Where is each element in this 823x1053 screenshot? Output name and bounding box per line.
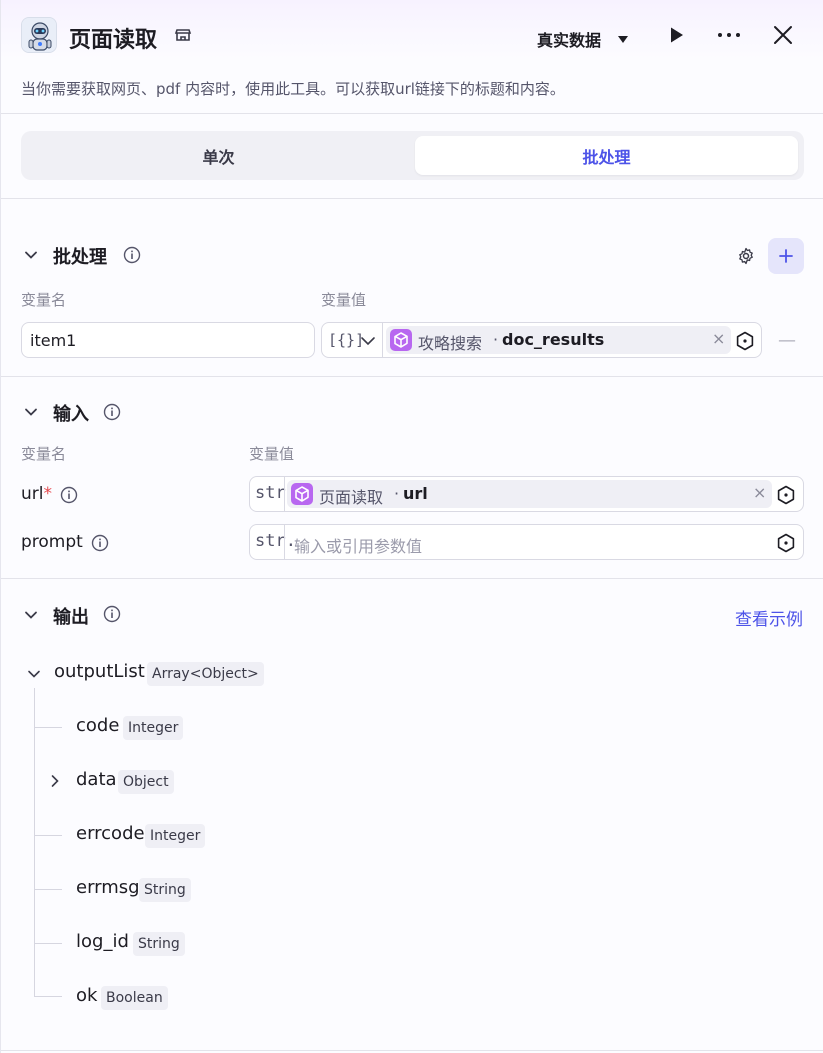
ref-node-name: 攻略搜索 bbox=[418, 334, 483, 353]
col-label-value: 变量值 bbox=[321, 291, 367, 309]
batch-section-title: 批处理 bbox=[53, 247, 107, 268]
field-name: data bbox=[76, 769, 117, 790]
mode-tabs: 单次 批处理 bbox=[21, 131, 804, 180]
variable-ref-icon[interactable] bbox=[776, 533, 796, 553]
info-icon[interactable] bbox=[60, 486, 78, 504]
data-mode-select[interactable]: 真实数据 bbox=[537, 27, 601, 51]
tree-guide bbox=[34, 688, 35, 996]
ref-node-name: 页面读取 bbox=[319, 488, 384, 507]
output-section-title: 输出 bbox=[53, 607, 89, 628]
chevron-down-icon[interactable] bbox=[27, 667, 41, 681]
more-dots-icon bbox=[718, 33, 740, 37]
divider bbox=[382, 323, 383, 357]
field-name: errcode bbox=[76, 823, 145, 844]
play-icon bbox=[671, 27, 683, 43]
view-example-link[interactable]: 查看示例 bbox=[735, 605, 803, 630]
tab-batch[interactable]: 批处理 bbox=[415, 136, 798, 175]
cube-icon bbox=[390, 329, 412, 351]
param-label-url: url* bbox=[21, 484, 52, 504]
field-type: Array<Object> bbox=[147, 662, 264, 686]
field-name: code bbox=[76, 715, 120, 736]
reference-chip[interactable]: 页面读取 · url × bbox=[287, 480, 772, 508]
type-tag[interactable]: str. bbox=[255, 531, 296, 551]
cube-icon bbox=[291, 483, 313, 505]
variable-ref-icon[interactable] bbox=[735, 331, 755, 351]
node-title[interactable]: 页面读取 bbox=[69, 22, 157, 54]
divider bbox=[284, 525, 285, 559]
field-name: ok bbox=[76, 985, 98, 1006]
reference-chip[interactable]: 攻略搜索 · doc_results × bbox=[386, 326, 731, 354]
more-button[interactable] bbox=[716, 22, 742, 48]
tree-guide bbox=[34, 996, 62, 997]
plugin-store-icon[interactable] bbox=[174, 26, 192, 44]
add-batch-variable-button[interactable] bbox=[768, 238, 804, 274]
panel-header: 页面读取 真实数据 bbox=[1, 0, 823, 72]
info-icon[interactable] bbox=[103, 605, 121, 623]
robot-avatar-icon bbox=[21, 17, 57, 53]
chevron-down-icon[interactable] bbox=[23, 247, 39, 263]
field-name: log_id bbox=[76, 931, 129, 952]
tree-guide bbox=[34, 727, 62, 728]
tree-guide bbox=[34, 889, 62, 890]
type-tag[interactable]: [{}] bbox=[328, 331, 364, 349]
divider bbox=[1, 578, 823, 579]
close-icon bbox=[774, 26, 792, 44]
chevron-down-icon[interactable] bbox=[360, 334, 376, 348]
field-type: String bbox=[133, 932, 185, 956]
prompt-value-input[interactable]: str. 输入或引用参数值 bbox=[249, 524, 804, 560]
field-type: Boolean bbox=[101, 986, 168, 1010]
variable-ref-icon[interactable] bbox=[776, 485, 796, 505]
tree-guide bbox=[34, 943, 62, 944]
gear-icon[interactable] bbox=[737, 247, 755, 265]
plus-icon bbox=[779, 249, 793, 263]
node-config-panel: 页面读取 真实数据 当你需要获取网页、pdf 内容时，使用此工具。可以获取url… bbox=[0, 0, 823, 1053]
info-icon[interactable] bbox=[103, 403, 121, 421]
col-label-value: 变量值 bbox=[249, 445, 295, 463]
ref-var-name: url bbox=[403, 484, 428, 503]
close-button[interactable] bbox=[770, 22, 796, 48]
divider bbox=[1, 1050, 823, 1051]
divider bbox=[284, 477, 285, 511]
run-button[interactable] bbox=[663, 22, 689, 48]
clear-ref-icon[interactable]: × bbox=[712, 329, 725, 348]
batch-name-input[interactable]: item1 bbox=[21, 322, 315, 358]
divider bbox=[1, 113, 823, 114]
field-type: String bbox=[139, 878, 191, 902]
chevron-right-icon[interactable] bbox=[48, 774, 62, 788]
param-name: url bbox=[21, 484, 44, 504]
divider bbox=[1, 198, 823, 199]
ref-separator: · bbox=[394, 484, 400, 503]
divider bbox=[1, 376, 823, 377]
field-type: Object bbox=[118, 770, 174, 794]
field-name: errmsg bbox=[76, 877, 140, 898]
input-section-title: 输入 bbox=[53, 404, 89, 425]
required-mark: * bbox=[43, 484, 53, 504]
remove-row-button[interactable]: — bbox=[778, 330, 796, 351]
node-description: 当你需要获取网页、pdf 内容时，使用此工具。可以获取url链接下的标题和内容。 bbox=[21, 80, 565, 98]
param-name: prompt bbox=[21, 532, 83, 552]
info-icon[interactable] bbox=[91, 534, 109, 552]
param-label-prompt: prompt bbox=[21, 532, 83, 552]
clear-ref-icon[interactable]: × bbox=[753, 483, 766, 502]
tab-single[interactable]: 单次 bbox=[26, 136, 411, 175]
tree-guide bbox=[34, 835, 62, 836]
info-icon[interactable] bbox=[123, 246, 141, 264]
chevron-down-icon[interactable] bbox=[23, 607, 39, 623]
ref-var-name: doc_results bbox=[502, 330, 605, 349]
field-type: Integer bbox=[145, 824, 206, 848]
field-name: outputList bbox=[54, 661, 145, 682]
caret-down-icon[interactable] bbox=[616, 31, 630, 50]
col-label-name: 变量名 bbox=[21, 291, 67, 309]
chevron-down-icon[interactable] bbox=[23, 404, 39, 420]
url-value-field[interactable]: str. 页面读取 · url × bbox=[249, 476, 804, 512]
ref-separator: · bbox=[493, 330, 499, 349]
batch-name-value: item1 bbox=[30, 331, 77, 350]
batch-value-field[interactable]: [{}] 攻略搜索 · doc_results × bbox=[321, 322, 762, 358]
col-label-name: 变量名 bbox=[21, 445, 67, 463]
field-type: Integer bbox=[123, 716, 184, 740]
prompt-placeholder: 输入或引用参数值 bbox=[294, 537, 423, 556]
